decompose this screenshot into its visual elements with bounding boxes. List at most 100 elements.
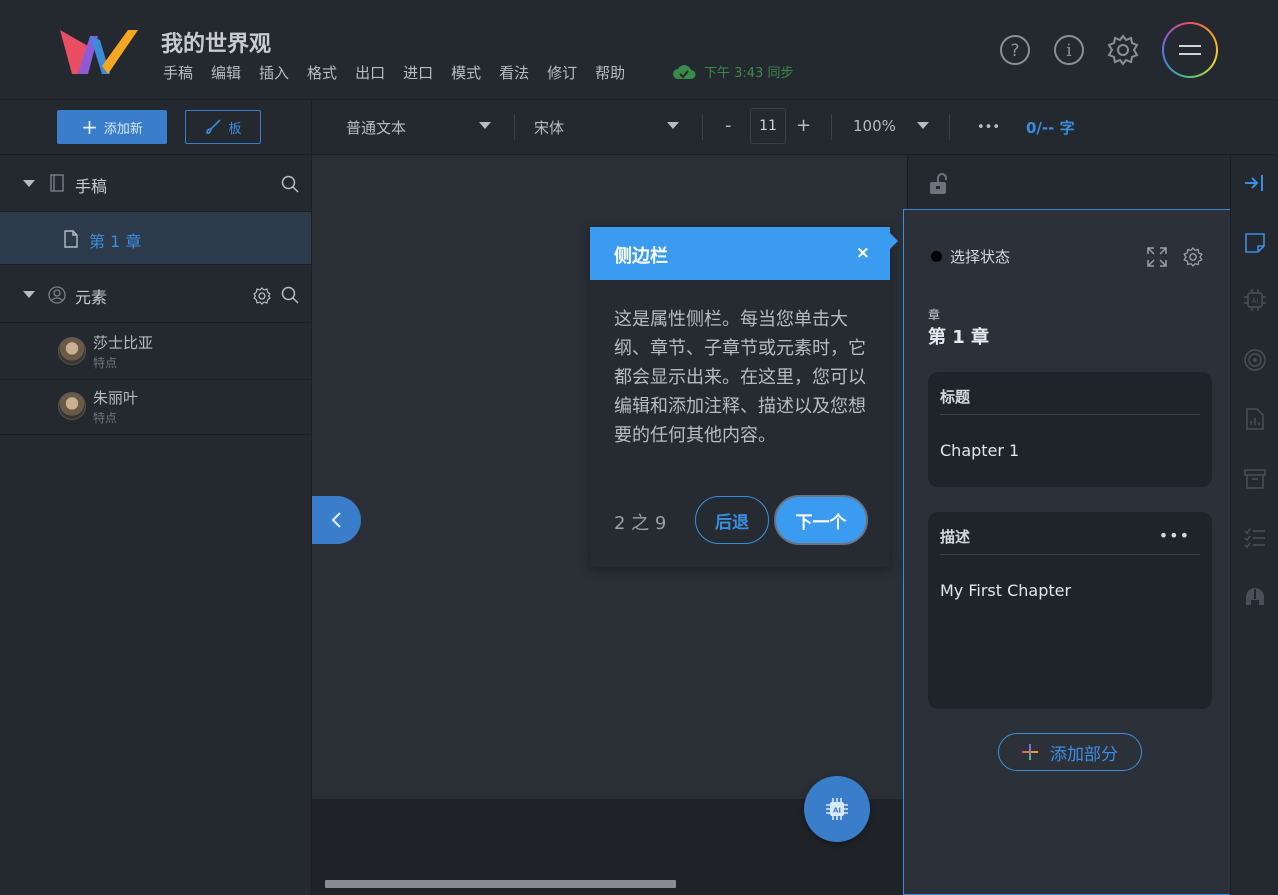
tour-header: 侧边栏 ×: [590, 227, 890, 280]
collapse-sidebar-button[interactable]: [312, 496, 361, 544]
collapse-panel-icon[interactable]: [1243, 171, 1267, 195]
tour-title: 侧边栏: [614, 246, 668, 267]
element-name: 朱丽叶: [93, 389, 139, 407]
menu-mode[interactable]: 模式: [451, 62, 481, 83]
app-logo: [60, 30, 138, 74]
hamburger-icon: [1164, 24, 1216, 76]
add-section-label: 添加部分: [1050, 744, 1118, 765]
app-root: 我的世界观 手稿 编辑 插入 格式 出口 进口 模式 看法 修订 帮助 下午 3…: [0, 0, 1278, 895]
element-avatar: [58, 337, 86, 365]
tour-close-button[interactable]: ×: [856, 243, 870, 263]
tour-next-button[interactable]: 下一个: [774, 495, 868, 545]
sync-text: 下午 3:43 同步: [704, 66, 794, 81]
card-divider: [940, 414, 1200, 415]
menu-edit[interactable]: 编辑: [211, 62, 241, 83]
ai-assistant-button[interactable]: AI: [804, 776, 870, 842]
ai-chip-icon[interactable]: AI: [1243, 288, 1267, 312]
tour-step-counter: 2 之 9: [614, 513, 667, 534]
font-size-decrease-button[interactable]: -: [725, 115, 732, 136]
collapse-caret-icon[interactable]: [23, 180, 35, 187]
expand-icon[interactable]: [1147, 247, 1167, 267]
chevron-left-icon: [330, 512, 341, 528]
target-icon[interactable]: [1243, 348, 1267, 372]
element-type: 特点: [93, 356, 118, 370]
checklist-icon[interactable]: [1243, 526, 1267, 550]
settings-gear-icon[interactable]: [1107, 34, 1139, 66]
add-new-button[interactable]: + 添加新: [57, 110, 167, 144]
card-divider: [940, 554, 1200, 555]
menu-export[interactable]: 出口: [355, 62, 385, 83]
svg-text:AI: AI: [833, 807, 841, 815]
menu-format[interactable]: 格式: [307, 62, 337, 83]
element-row[interactable]: 莎士比亚 特点: [0, 325, 311, 380]
gear-icon[interactable]: [1183, 247, 1203, 267]
sync-status: 下午 3:43 同步: [672, 62, 793, 81]
properties-header: [907, 155, 1230, 209]
add-section-button[interactable]: 添加部分: [998, 733, 1142, 771]
menu-help[interactable]: 帮助: [595, 62, 625, 83]
element-row[interactable]: 朱丽叶 特点: [0, 380, 311, 435]
description-value-input[interactable]: My First Chapter: [940, 581, 1071, 600]
document-icon: [64, 230, 78, 248]
search-icon[interactable]: [281, 175, 299, 193]
horizontal-scrollbar[interactable]: [325, 880, 676, 888]
formatting-toolbar: 普通文本 宋体 - 11 + 100% ••• 0/-- 字: [312, 100, 1278, 155]
tour-back-button[interactable]: 后退: [695, 496, 769, 544]
help-icon[interactable]: ?: [999, 34, 1031, 66]
font-family-select[interactable]: 宋体: [534, 117, 564, 138]
svg-text:i: i: [1066, 41, 1072, 61]
menu-bar: 手稿 编辑 插入 格式 出口 进口 模式 看法 修订 帮助: [163, 62, 643, 83]
plus-icon: +: [81, 115, 98, 139]
toolbar-divider: [514, 114, 515, 140]
manuscript-section-header[interactable]: 手稿: [0, 155, 311, 212]
collapse-caret-icon[interactable]: [23, 291, 35, 298]
helmet-icon[interactable]: [1243, 585, 1267, 609]
menu-insert[interactable]: 插入: [259, 62, 289, 83]
menu-revision[interactable]: 修订: [547, 62, 577, 83]
item-name: 第 1 章: [928, 327, 990, 348]
app-header: 我的世界观 手稿 编辑 插入 格式 出口 进口 模式 看法 修订 帮助 下午 3…: [0, 0, 1278, 100]
title-value-input[interactable]: Chapter 1: [940, 441, 1019, 460]
gear-icon[interactable]: [253, 287, 271, 305]
zoom-select[interactable]: 100%: [853, 117, 896, 135]
sidebar-item-chapter-1[interactable]: 第 1 章: [0, 212, 311, 265]
status-select[interactable]: 选择状态: [950, 246, 1010, 267]
right-tool-rail: AI: [1230, 155, 1278, 895]
archive-icon[interactable]: [1243, 467, 1267, 491]
search-icon[interactable]: [281, 286, 299, 304]
menu-manuscript[interactable]: 手稿: [163, 62, 193, 83]
document-chart-icon[interactable]: [1243, 407, 1267, 431]
tour-popover: 侧边栏 × 这是属性侧栏。每当您单击大纲、章节、子章节或元素时，它都会显示出来。…: [590, 227, 890, 567]
book-icon: [50, 174, 64, 192]
sidebar-toolbar: + 添加新 板: [0, 100, 312, 155]
toolbar-divider: [831, 114, 832, 140]
info-icon[interactable]: i: [1053, 34, 1085, 66]
board-button[interactable]: 板: [185, 110, 261, 144]
sticky-note-icon[interactable]: [1243, 231, 1267, 255]
font-family-caret-icon[interactable]: [667, 122, 679, 129]
description-more-button[interactable]: •••: [1159, 526, 1190, 545]
paragraph-style-select[interactable]: 普通文本: [346, 117, 406, 138]
plus-icon: [1022, 744, 1038, 760]
element-name: 莎士比亚: [93, 334, 154, 352]
ai-chip-icon: AI: [826, 798, 848, 820]
font-size-increase-button[interactable]: +: [796, 115, 811, 136]
title-card: 标题 Chapter 1: [928, 372, 1212, 487]
unlock-icon[interactable]: [928, 172, 952, 196]
board-label: 板: [228, 121, 242, 137]
description-card: 描述 ••• My First Chapter: [928, 512, 1212, 709]
main-menu-button[interactable]: [1162, 22, 1218, 78]
font-size-input[interactable]: 11: [750, 108, 786, 144]
elements-section-header[interactable]: 元素: [0, 266, 311, 323]
menu-import[interactable]: 进口: [403, 62, 433, 83]
menu-view[interactable]: 看法: [499, 62, 529, 83]
tour-body-text: 这是属性侧栏。每当您单击大纲、章节、子章节或元素时，它都会显示出来。在这里，您可…: [614, 309, 866, 446]
paragraph-style-caret-icon[interactable]: [479, 122, 491, 129]
description-card-label: 描述: [940, 528, 971, 546]
navigator-sidebar: 手稿 第 1 章 元素 莎士比亚 特点 朱丽叶 特点: [0, 155, 312, 895]
more-tools-button[interactable]: •••: [977, 120, 1000, 135]
status-dot: [931, 251, 942, 262]
tour-pointer: [890, 233, 898, 249]
toolbar-divider: [949, 114, 950, 140]
zoom-caret-icon[interactable]: [917, 122, 929, 129]
